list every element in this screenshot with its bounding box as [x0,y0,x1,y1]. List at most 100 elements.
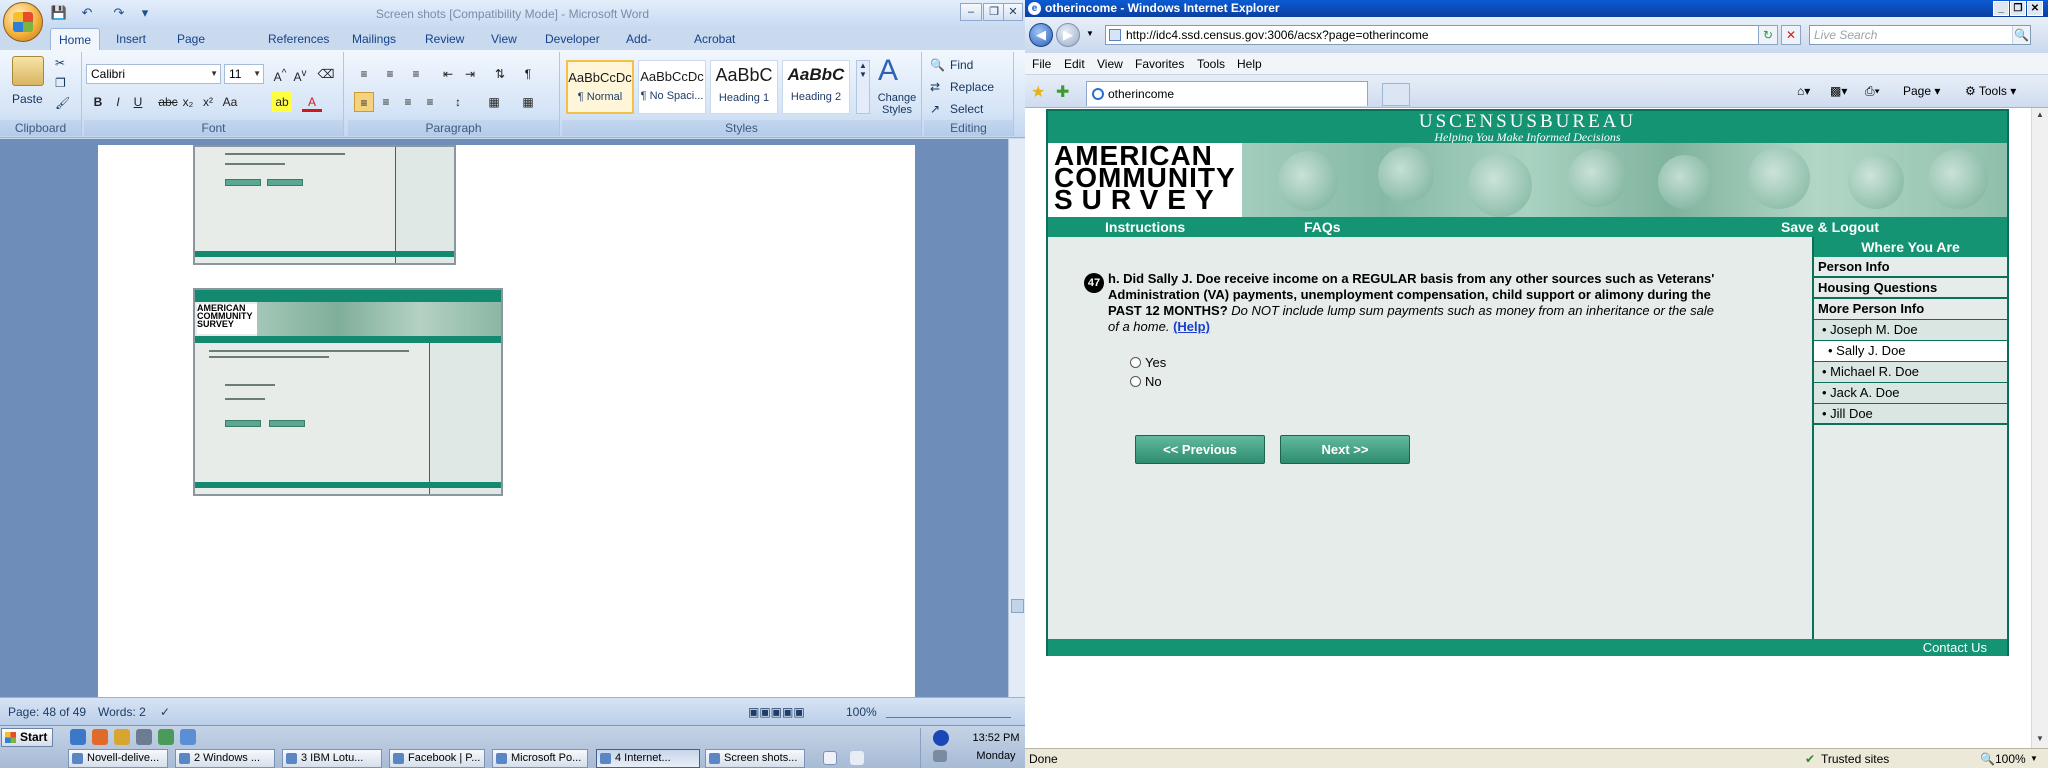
justify-icon[interactable]: ≡ [420,92,440,112]
align-right-icon[interactable]: ≡ [398,92,418,112]
search-input[interactable]: Live Search 🔍 [1809,25,2031,45]
tab-review[interactable]: Review [417,28,472,50]
stop-icon[interactable]: ✕ [1781,25,1801,45]
line-spacing-icon[interactable]: ↕ [448,92,468,112]
font-name-combo[interactable]: Calibri ▼ [86,64,221,84]
task-lotus[interactable]: 3 IBM Lotu... [282,749,382,768]
find-icon[interactable]: 🔍 [930,58,945,72]
shading-icon[interactable]: ▦ [484,92,504,112]
ie-quicklaunch-icon[interactable] [70,729,86,745]
print-icon[interactable]: ⎙▾ [1865,84,1880,99]
instructions-link[interactable]: Instructions [1105,219,1185,235]
task-facebook[interactable]: Facebook | P... [389,749,485,768]
menu-edit[interactable]: Edit [1064,57,1085,71]
recent-pages-icon[interactable]: ▼ [1082,25,1098,45]
new-tab-button[interactable] [1382,83,1410,106]
bullets-icon[interactable]: ≡ [354,64,374,84]
grow-font-icon[interactable]: A^ [270,64,290,84]
faqs-link[interactable]: FAQs [1304,219,1341,235]
firefox-quicklaunch-icon[interactable] [92,729,108,745]
zoom-slider[interactable] [886,702,1011,718]
scroll-thumb[interactable] [1011,599,1024,613]
option-yes[interactable]: Yes [1130,355,1166,370]
office-button[interactable] [3,2,43,42]
show-marks-icon[interactable]: ¶ [518,64,538,84]
contact-us-link[interactable]: Contact Us [1923,640,1987,655]
help-icon[interactable] [823,751,837,765]
redo-icon[interactable]: ↷ [110,4,128,22]
menu-help[interactable]: Help [1237,57,1262,71]
change-styles-icon[interactable]: A [878,54,898,88]
numbering-icon[interactable]: ≡ [380,64,400,84]
sidebar-item-person[interactable]: • Jack A. Doe [1814,383,2007,404]
tab-insert[interactable]: Insert [108,28,154,50]
media-quicklaunch-icon[interactable] [136,729,152,745]
task-internet-explorer[interactable]: 4 Internet... [596,749,700,768]
select-icon[interactable]: ↗ [930,102,940,116]
page-menu[interactable]: Page ▾ [1903,84,1940,98]
folder-quicklaunch-icon[interactable] [114,729,130,745]
task-word[interactable]: Screen shots... [705,749,805,768]
menu-view[interactable]: View [1097,57,1123,71]
tab-page-layout[interactable]: Page Layout [169,28,221,68]
menu-tools[interactable]: Tools [1197,57,1225,71]
change-case-icon[interactable]: Aa [220,92,240,112]
zoom-level[interactable]: 100% [1995,752,2026,766]
sidebar-item-current-person[interactable]: • Sally J. Doe [1814,341,2007,362]
tab-view[interactable]: View [483,28,525,50]
tab-acrobat[interactable]: Acrobat [686,28,743,50]
minimize-button[interactable]: _ [1993,1,2009,16]
document-page[interactable]: AMERICAN COMMUNITY SURVEY [98,145,915,697]
home-icon[interactable]: ⌂▾ [1797,84,1810,98]
style-heading-2[interactable]: AaBbC Heading 2 [782,60,850,114]
format-painter-icon[interactable]: 🖌 [55,96,70,110]
clock[interactable]: 13:52 PM Monday [967,729,1025,765]
restore-button[interactable]: ❐ [2010,1,2026,16]
save-icon[interactable]: 💾 [50,4,68,22]
address-bar[interactable]: http://idc4.ssd.census.gov:3006/acsx?pag… [1105,25,1773,45]
paste-icon[interactable] [12,56,44,86]
previous-button[interactable]: << Previous [1135,435,1265,464]
word-count[interactable]: Words: 2 [98,705,146,719]
style-no-spacing[interactable]: AaBbCcDc ¶ No Spaci... [638,60,706,114]
task-powerpoint[interactable]: Microsoft Po... [492,749,588,768]
tab-add-ins[interactable]: Add-Ins [618,28,659,68]
radio-button[interactable] [1130,357,1141,368]
forward-button[interactable]: ▶ [1056,23,1080,47]
tab-developer[interactable]: Developer [537,28,608,50]
menu-file[interactable]: File [1032,57,1051,71]
app-quicklaunch-icon[interactable] [180,729,196,745]
cut-icon[interactable]: ✂ [55,56,65,70]
clear-formatting-icon[interactable]: ⌫ [316,64,336,84]
shrink-font-icon[interactable]: Av [290,64,310,84]
favorites-star-icon[interactable]: ★ [1031,82,1045,102]
page-scrollbar[interactable]: ▲ ▼ [2031,108,2048,748]
increase-indent-icon[interactable]: ⇥ [460,64,480,84]
borders-icon[interactable]: ▦ [518,92,538,112]
tab-home[interactable]: Home [50,28,101,50]
device-tray-icon[interactable] [933,750,947,762]
italic-icon[interactable]: I [108,92,128,112]
superscript-icon[interactable]: x² [198,92,218,112]
select-button[interactable]: Select [950,102,983,116]
security-zone[interactable]: Trusted sites [1821,752,1889,766]
sidebar-item-housing-questions[interactable]: Housing Questions [1814,278,2007,299]
network-tray-icon[interactable] [933,730,949,746]
sort-icon[interactable]: ⇅ [490,64,510,84]
multilevel-list-icon[interactable]: ≡ [406,64,426,84]
radio-button[interactable] [1130,376,1141,387]
change-styles-button[interactable]: Change Styles [874,92,920,116]
view-buttons-icon[interactable]: ▣▣▣▣▣ [748,705,805,719]
undo-icon[interactable]: ↶ [78,4,96,22]
search-icon[interactable]: 🔍 [2012,26,2030,44]
underline-icon[interactable]: U [128,92,148,112]
styles-scroll[interactable]: ▲ ▼ [856,60,870,114]
align-center-icon[interactable]: ≡ [376,92,396,112]
page-count[interactable]: Page: 48 of 49 [8,705,86,719]
font-size-combo[interactable]: 11 ▼ [224,64,264,84]
back-button[interactable]: ◀ [1029,23,1053,47]
sidebar-item-more-person-info[interactable]: More Person Info [1814,299,2007,320]
replace-button[interactable]: Replace [950,80,994,94]
sidebar-item-person-info[interactable]: Person Info [1814,257,2007,278]
tab-otherincome[interactable]: otherincome [1086,81,1368,106]
